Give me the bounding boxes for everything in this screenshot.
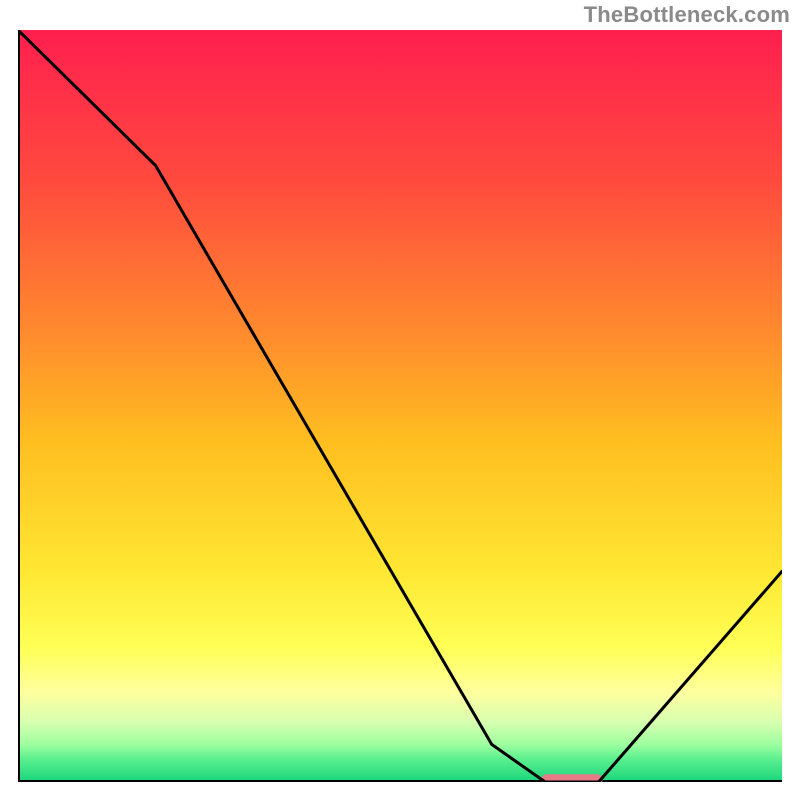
chart-container: TheBottleneck.com [0,0,800,800]
plot-svg [18,30,782,782]
watermark-text: TheBottleneck.com [584,2,790,28]
bottleneck-plot [18,30,782,782]
